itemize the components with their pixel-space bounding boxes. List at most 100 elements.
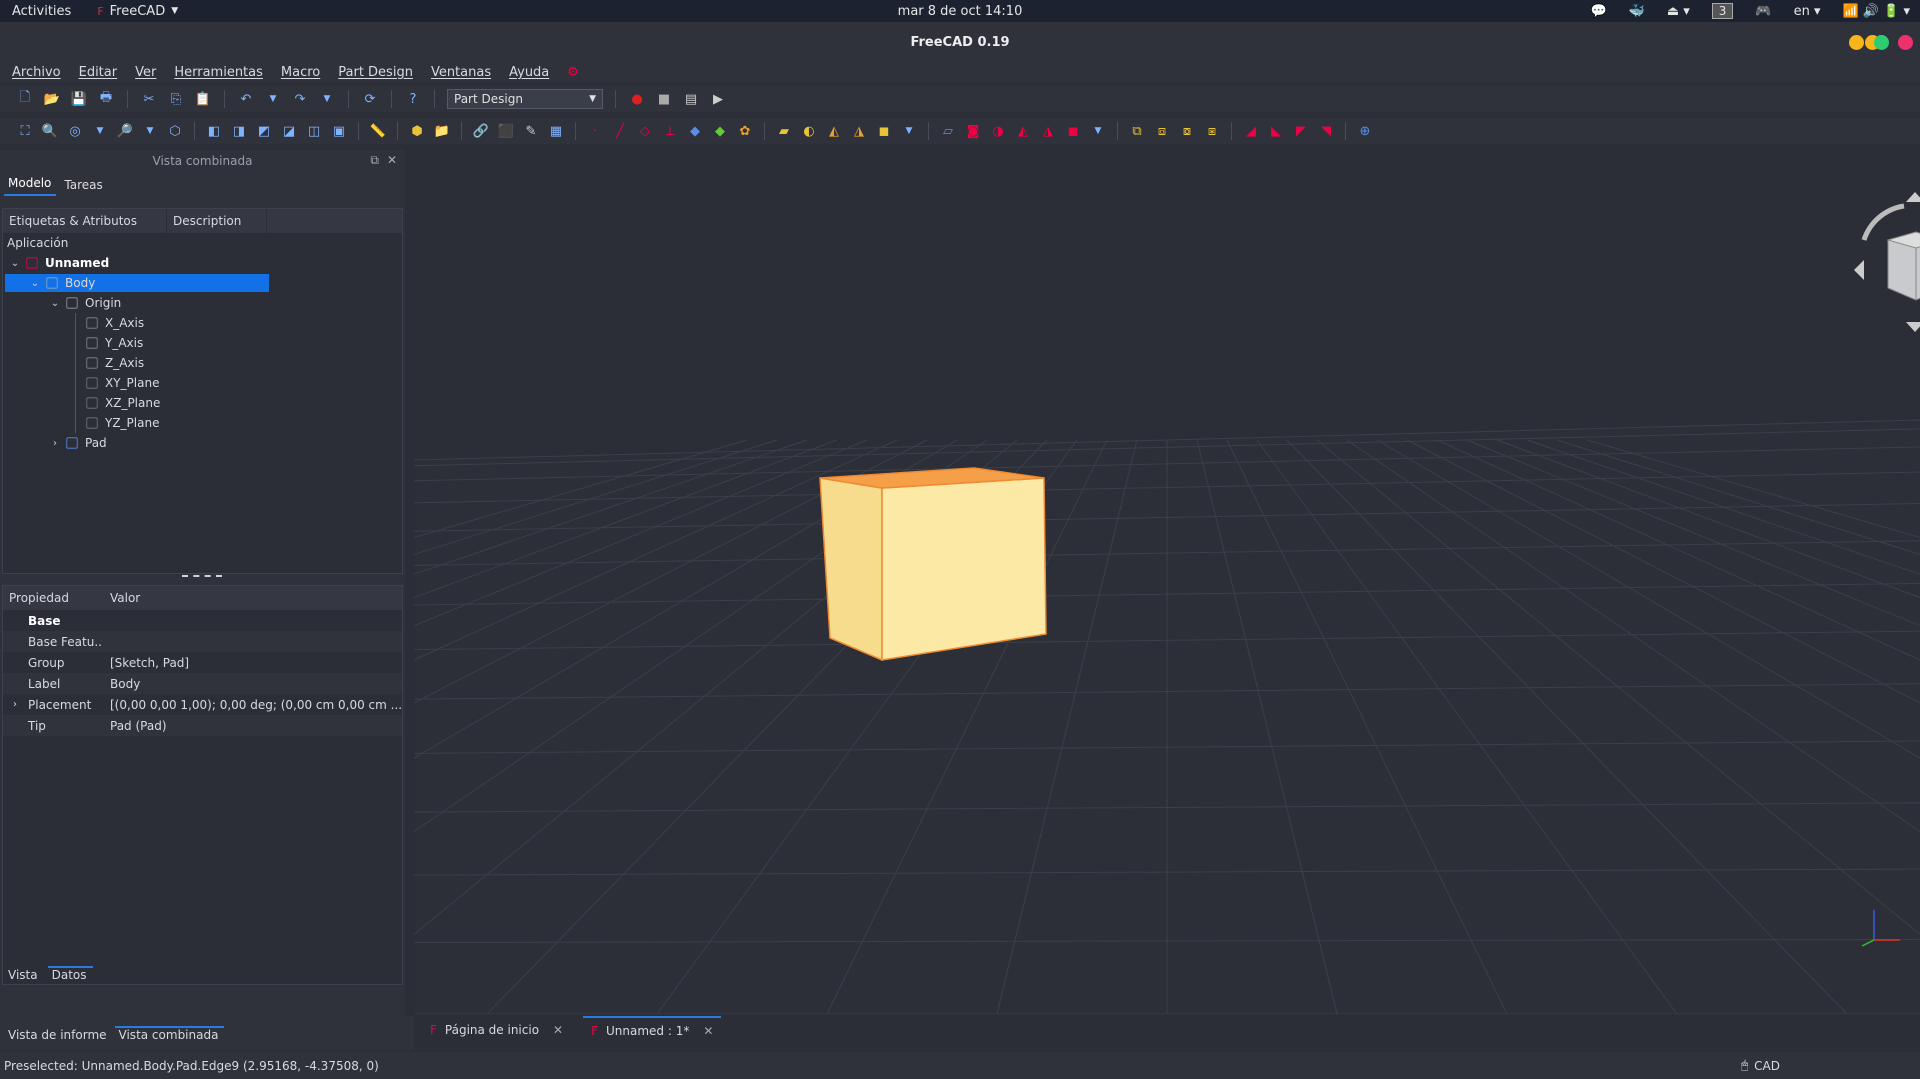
- tab-vista[interactable]: Vista: [4, 968, 44, 988]
- close-icon[interactable]: ✕: [703, 1024, 713, 1038]
- new-file-icon[interactable]: 🗋: [16, 90, 34, 108]
- eject-icon[interactable]: ⏏ ▾: [1667, 4, 1690, 19]
- tree-item[interactable]: XZ_Plane: [3, 393, 402, 413]
- create-group-icon[interactable]: 📁: [433, 122, 451, 140]
- view-dropdown-icon[interactable]: ▼: [141, 122, 159, 140]
- tree-item[interactable]: ⌄ Origin: [3, 293, 402, 313]
- menu-part-design[interactable]: Part Design: [338, 65, 413, 80]
- refresh-icon[interactable]: ⟳: [361, 90, 379, 108]
- property-row[interactable]: Base Featu...: [3, 631, 402, 652]
- left-view-icon[interactable]: ▣: [330, 122, 348, 140]
- app-menu[interactable]: F FreeCAD ▼: [83, 4, 178, 19]
- copy-icon[interactable]: ⎘: [167, 90, 185, 108]
- expand-icon[interactable]: ›: [13, 699, 17, 710]
- activities-button[interactable]: Activities: [0, 4, 83, 19]
- property-row[interactable]: Label Body: [3, 673, 402, 694]
- tree-item[interactable]: Z_Axis: [3, 353, 402, 373]
- collapse-icon[interactable]: ⌄: [9, 258, 21, 269]
- run-macro-icon[interactable]: ▶: [709, 90, 727, 108]
- menu-editar[interactable]: Editar: [79, 65, 118, 80]
- chat-icon[interactable]: 💬: [1590, 4, 1606, 19]
- draw-style-icon[interactable]: ◎: [66, 122, 84, 140]
- tab-modelo[interactable]: Modelo: [4, 176, 57, 196]
- front-view-icon[interactable]: ◧: [205, 122, 223, 140]
- subtractive-dropdown-icon[interactable]: ▼: [1089, 122, 1107, 140]
- isometric-view-icon[interactable]: ⬡: [166, 122, 184, 140]
- redo-dropdown-icon[interactable]: ▼: [318, 90, 336, 108]
- subtractive-pipe-icon[interactable]: ◮: [1039, 122, 1057, 140]
- close-icon[interactable]: ✕: [553, 1023, 563, 1037]
- pipe-icon[interactable]: ◮: [850, 122, 868, 140]
- close-button[interactable]: [1898, 35, 1913, 50]
- collapse-icon[interactable]: ⌄: [49, 298, 61, 309]
- menu-herramientas[interactable]: Herramientas: [174, 65, 263, 80]
- property-group[interactable]: Base: [3, 610, 402, 631]
- tree-item[interactable]: XY_Plane: [3, 373, 402, 393]
- property-value[interactable]: [(0,00 0,00 1,00); 0,00 deg; (0,00 cm 0,…: [102, 698, 402, 712]
- pad-icon[interactable]: ▰: [775, 122, 793, 140]
- datum-plane-icon[interactable]: ◇: [636, 122, 654, 140]
- tab-tareas[interactable]: Tareas: [60, 178, 107, 196]
- save-icon[interactable]: 💾: [70, 90, 88, 108]
- right-view-icon[interactable]: ◩: [255, 122, 273, 140]
- cut-icon[interactable]: ✂: [140, 90, 158, 108]
- tab-report-view[interactable]: Vista de informe: [4, 1028, 113, 1048]
- additive-primitive-icon[interactable]: ◼: [875, 122, 893, 140]
- fit-selection-icon[interactable]: 🔍: [41, 122, 59, 140]
- maximize-button[interactable]: [1874, 35, 1889, 50]
- clone-icon[interactable]: ✿: [736, 122, 754, 140]
- menu-macro[interactable]: Macro: [281, 65, 320, 80]
- revolution-icon[interactable]: ◐: [800, 122, 818, 140]
- groove-icon[interactable]: ◑: [989, 122, 1007, 140]
- tree-item[interactable]: › Pad: [3, 433, 402, 453]
- multitransform-icon[interactable]: ⧆: [1203, 122, 1221, 140]
- undo-dropdown-icon[interactable]: ▼: [264, 90, 282, 108]
- subtractive-loft-icon[interactable]: ◭: [1014, 122, 1032, 140]
- minimize-button[interactable]: [1849, 35, 1864, 50]
- hole-icon[interactable]: ◙: [964, 122, 982, 140]
- help-icon[interactable]: ?: [404, 90, 422, 108]
- undo-icon[interactable]: ↶: [237, 90, 255, 108]
- tab-datos[interactable]: Datos: [47, 966, 93, 988]
- record-macro-icon[interactable]: ●: [628, 90, 646, 108]
- pad-solid[interactable]: [819, 467, 1047, 662]
- workspace-indicator[interactable]: 3: [1711, 3, 1734, 19]
- datum-line-icon[interactable]: ╱: [611, 122, 629, 140]
- draw-style-dropdown-icon[interactable]: ▼: [91, 122, 109, 140]
- gamepad-icon[interactable]: 🎮: [1755, 4, 1771, 19]
- macro-editor-icon[interactable]: ▤: [682, 90, 700, 108]
- additive-dropdown-icon[interactable]: ▼: [900, 122, 918, 140]
- float-icon[interactable]: ⧉: [370, 153, 379, 168]
- rear-view-icon[interactable]: ◪: [280, 122, 298, 140]
- mirrored-icon[interactable]: ⧉: [1128, 122, 1146, 140]
- viewport-canvas[interactable]: [414, 150, 1920, 1014]
- shape-binder-icon[interactable]: ◆: [686, 122, 704, 140]
- boolean-icon[interactable]: ⊕: [1356, 122, 1374, 140]
- local-cs-icon[interactable]: ⟂: [661, 122, 679, 140]
- expand-icon[interactable]: ›: [49, 438, 61, 449]
- tree-item[interactable]: YZ_Plane: [3, 413, 402, 433]
- thickness-icon[interactable]: ◥: [1317, 122, 1335, 140]
- tree-item[interactable]: Y_Axis: [3, 333, 402, 353]
- chamfer-icon[interactable]: ◣: [1267, 122, 1285, 140]
- menu-ayuda[interactable]: Ayuda: [509, 65, 549, 80]
- tab-combo-view[interactable]: Vista combinada: [114, 1026, 225, 1048]
- create-part-icon[interactable]: ⬢: [408, 122, 426, 140]
- tree-header-description[interactable]: Description: [167, 209, 267, 233]
- redo-icon[interactable]: ↷: [291, 90, 309, 108]
- subtractive-primitive-icon[interactable]: ◼: [1064, 122, 1082, 140]
- linear-pattern-icon[interactable]: ⧈: [1153, 122, 1171, 140]
- link-icon[interactable]: 🔗: [472, 122, 490, 140]
- property-row[interactable]: Group [Sketch, Pad]: [3, 652, 402, 673]
- tree-item[interactable]: ⌄ Body: [3, 273, 402, 293]
- create-body-icon[interactable]: ⬛: [497, 122, 515, 140]
- tree-header-labels[interactable]: Etiquetas & Atributos: [3, 209, 167, 233]
- document-tab[interactable]: F Página de inicio ✕: [422, 1016, 571, 1044]
- draft-icon[interactable]: ◤: [1292, 122, 1310, 140]
- navigation-cube[interactable]: [1854, 192, 1920, 332]
- open-file-icon[interactable]: 📂: [43, 90, 61, 108]
- workbench-selector[interactable]: Part Design ▼: [447, 89, 603, 109]
- measure-icon[interactable]: 📏: [369, 122, 387, 140]
- property-value[interactable]: Body: [102, 677, 402, 691]
- bottom-view-icon[interactable]: ◫: [305, 122, 323, 140]
